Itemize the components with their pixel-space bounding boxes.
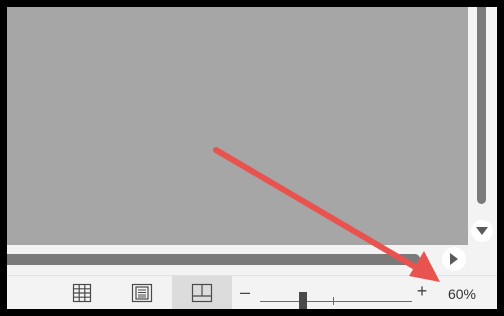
horizontal-scrollbar[interactable] bbox=[7, 245, 497, 273]
page-break-preview-icon bbox=[191, 283, 213, 303]
horizontal-scroll-thumb[interactable] bbox=[7, 254, 420, 265]
zoom-slider-track[interactable] bbox=[260, 301, 412, 302]
screenshot-frame: – + 60% bbox=[0, 0, 504, 316]
page-layout-icon bbox=[131, 283, 153, 303]
grid-icon bbox=[72, 283, 92, 303]
scroll-down-button[interactable] bbox=[471, 220, 493, 242]
page-break-preview-button[interactable] bbox=[172, 276, 232, 309]
spreadsheet-window: – + 60% bbox=[7, 7, 497, 309]
triangle-down-icon bbox=[476, 227, 488, 235]
zoom-in-button[interactable]: + bbox=[413, 278, 431, 304]
zoom-out-button[interactable]: – bbox=[236, 279, 254, 305]
triangle-right-icon bbox=[450, 253, 458, 265]
zoom-slider-center-tick bbox=[333, 297, 334, 305]
vertical-scrollbar[interactable] bbox=[468, 7, 497, 245]
sheet-canvas[interactable] bbox=[7, 7, 468, 245]
vertical-scroll-thumb[interactable] bbox=[477, 7, 486, 204]
status-bar: – + 60% bbox=[7, 275, 497, 309]
zoom-level-label[interactable]: 60% bbox=[437, 283, 487, 305]
zoom-slider-thumb[interactable] bbox=[299, 292, 307, 309]
page-layout-view-button[interactable] bbox=[112, 276, 172, 309]
scroll-right-button[interactable] bbox=[442, 247, 466, 271]
normal-view-button[interactable] bbox=[52, 276, 112, 309]
